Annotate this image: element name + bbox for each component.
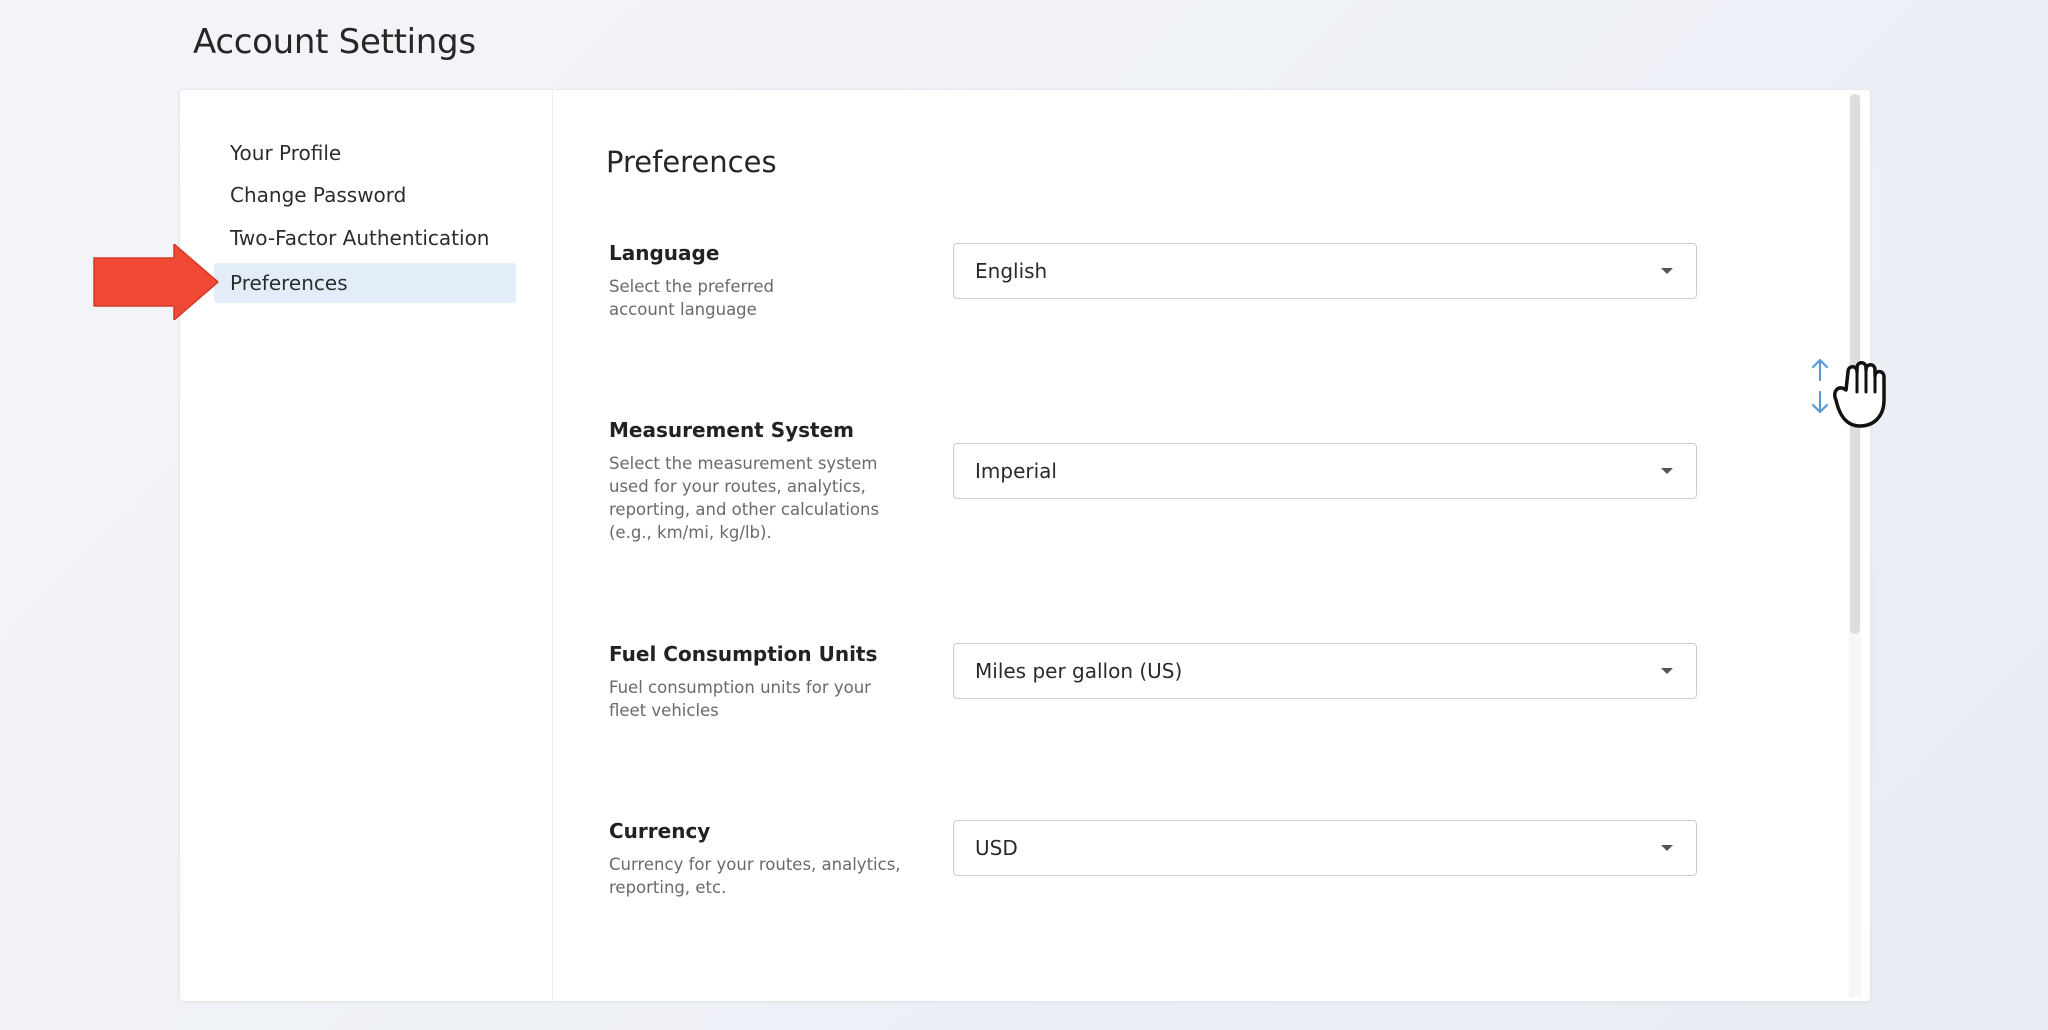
sidebar-item-preferences[interactable]: Preferences	[214, 263, 516, 303]
section-title: Preferences	[606, 145, 777, 179]
language-select[interactable]: English	[953, 243, 1697, 299]
up-down-arrows-icon	[1811, 358, 1829, 414]
grab-hand-icon	[1802, 352, 1898, 434]
chevron-down-icon	[1661, 268, 1673, 274]
currency-description: Currency for your routes, analytics, rep…	[609, 855, 901, 897]
red-arrow-icon	[92, 243, 222, 324]
measurement-system-select[interactable]: Imperial	[953, 443, 1697, 499]
currency-label: Currency	[609, 819, 711, 843]
fuel-consumption-units-label: Fuel Consumption Units	[609, 642, 878, 666]
language-description: Select the preferred account language	[609, 277, 775, 319]
language-select-value: English	[975, 259, 1048, 283]
chevron-down-icon	[1661, 468, 1673, 474]
measurement-system-description: Select the measurement system used for y…	[609, 454, 880, 542]
fuel-consumption-units-description: Fuel consumption units for your fleet ve…	[609, 678, 871, 720]
chevron-down-icon	[1661, 668, 1673, 674]
settings-card: Your Profile Change Password Two-Factor …	[179, 89, 1871, 1002]
chevron-down-icon	[1661, 845, 1673, 851]
currency-select-value: USD	[975, 836, 1018, 860]
fuel-consumption-units-select[interactable]: Miles per gallon (US)	[953, 643, 1697, 699]
sidebar-item-your-profile[interactable]: Your Profile	[214, 133, 516, 173]
sidebar-item-two-factor-authentication[interactable]: Two-Factor Authentication	[214, 218, 516, 258]
language-label: Language	[609, 241, 720, 265]
page-title: Account Settings	[193, 22, 476, 62]
settings-sidebar: Your Profile Change Password Two-Factor …	[180, 90, 553, 1001]
preferences-panel: Preferences Language Select the preferre…	[553, 90, 1870, 1001]
measurement-system-label: Measurement System	[609, 418, 855, 442]
sidebar-item-change-password[interactable]: Change Password	[214, 175, 516, 215]
measurement-system-select-value: Imperial	[975, 459, 1057, 483]
currency-select[interactable]: USD	[953, 820, 1697, 876]
fuel-consumption-units-select-value: Miles per gallon (US)	[975, 659, 1183, 683]
